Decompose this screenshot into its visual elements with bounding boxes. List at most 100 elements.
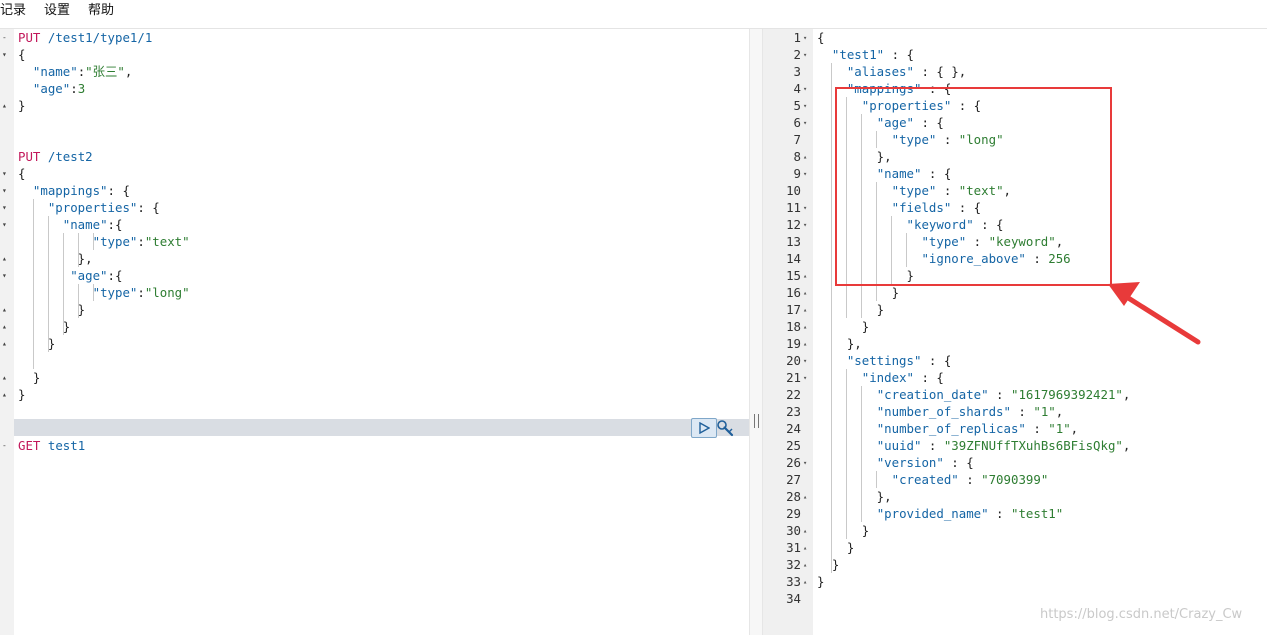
- code-line: "creation_date" : "1617969392421",: [817, 386, 1131, 403]
- line-number: 27: [786, 472, 801, 487]
- fold-toggle-icon[interactable]: ▴: [803, 153, 807, 161]
- code-token: :: [137, 234, 145, 249]
- line-number: 23: [786, 404, 801, 419]
- code-line: },: [18, 250, 93, 267]
- code-line: }: [18, 301, 85, 318]
- code-token: "1": [1033, 404, 1056, 419]
- code-token: :: [988, 506, 1011, 521]
- fold-toggle-icon[interactable]: ▴: [2, 254, 7, 263]
- fold-toggle-icon[interactable]: ▴: [2, 373, 7, 382]
- code-token: : {: [921, 353, 952, 368]
- fold-toggle-icon[interactable]: ▾: [2, 50, 7, 59]
- wrench-icon: [717, 420, 734, 437]
- fold-toggle-icon[interactable]: ▾: [2, 271, 7, 280]
- code-token: :{: [107, 217, 123, 232]
- run-request-button[interactable]: [691, 418, 717, 438]
- code-token: "type": [92, 285, 138, 300]
- splitter-handle[interactable]: [754, 414, 759, 428]
- menu-settings[interactable]: 设置: [44, 2, 70, 20]
- code-token: "type": [92, 234, 138, 249]
- fold-toggle-icon[interactable]: ▾: [2, 220, 7, 229]
- fold-toggle-icon[interactable]: ▴: [803, 527, 807, 535]
- code-line: }: [817, 301, 884, 318]
- request-editor-code[interactable]: PUT /test1/type1/1{ "name":"张三", "age":3…: [14, 29, 749, 635]
- code-token: PUT: [18, 149, 41, 164]
- line-number: 32: [786, 557, 801, 572]
- line-number: 18: [786, 319, 801, 334]
- code-token: }: [817, 523, 870, 538]
- fold-toggle-icon[interactable]: ▴: [803, 340, 807, 348]
- code-token: "name": [62, 217, 108, 232]
- fold-toggle-icon[interactable]: ▴: [803, 493, 807, 501]
- fold-toggle-icon[interactable]: ▴: [803, 306, 807, 314]
- fold-toggle-icon[interactable]: ▾: [803, 374, 807, 382]
- fold-toggle-icon[interactable]: ▾: [2, 169, 7, 178]
- code-token: "settings": [846, 353, 922, 368]
- fold-toggle-icon[interactable]: ▾: [803, 85, 807, 93]
- fold-toggle-icon[interactable]: ▾: [2, 203, 7, 212]
- fold-toggle-icon[interactable]: ▾: [803, 221, 807, 229]
- line-number: 19: [786, 336, 801, 351]
- code-token: : {: [913, 370, 944, 385]
- code-line: "created" : "7090399": [817, 471, 1049, 488]
- fold-toggle-icon[interactable]: ▾: [803, 204, 807, 212]
- menu-help[interactable]: 帮助: [88, 2, 114, 20]
- fold-toggle-icon[interactable]: ▴: [2, 305, 7, 314]
- line-number: 31: [786, 540, 801, 555]
- request-editor[interactable]: - ▾ ▴ ▾ ▾ ▾ ▾ ▴ ▾ ▴ ▴ ▴ ▴ ▴ - PUT /test1/type1/1{ "nam…: [0, 29, 749, 635]
- fold-toggle-icon[interactable]: ▴: [803, 272, 807, 280]
- menu-history[interactable]: 记录: [0, 2, 26, 20]
- code-line: "type":"text": [18, 233, 190, 250]
- fold-toggle-icon[interactable]: ▴: [2, 339, 7, 348]
- fold-toggle-icon[interactable]: ▴: [803, 578, 807, 586]
- line-number: 17: [786, 302, 801, 317]
- fold-toggle-icon[interactable]: ▴: [803, 323, 807, 331]
- fold-toggle-icon[interactable]: ▾: [803, 51, 807, 59]
- line-number: 8: [793, 149, 801, 164]
- code-token: : {: [137, 200, 160, 215]
- fold-toggle-icon[interactable]: ▾: [2, 186, 7, 195]
- request-settings-button[interactable]: [716, 419, 736, 437]
- code-token: }: [817, 574, 825, 589]
- fold-toggle-icon[interactable]: ▾: [803, 357, 807, 365]
- fold-toggle-icon[interactable]: -: [2, 33, 7, 42]
- code-token: }: [817, 319, 870, 334]
- code-line: }: [18, 369, 40, 386]
- fold-toggle-icon[interactable]: ▾: [803, 459, 807, 467]
- line-number: 1: [793, 30, 801, 45]
- fold-toggle-icon[interactable]: ▴: [2, 390, 7, 399]
- code-token: : {: [107, 183, 130, 198]
- fold-toggle-icon[interactable]: ▾: [803, 34, 807, 42]
- fold-toggle-icon[interactable]: ▴: [803, 544, 807, 552]
- fold-toggle-icon[interactable]: ▴: [803, 289, 807, 297]
- fold-toggle-icon[interactable]: ▾: [803, 170, 807, 178]
- fold-toggle-icon[interactable]: ▾: [803, 102, 807, 110]
- code-line: }: [817, 539, 854, 556]
- fold-toggle-icon[interactable]: ▴: [2, 322, 7, 331]
- line-number: 16: [786, 285, 801, 300]
- code-token: {: [18, 47, 26, 62]
- fold-toggle-icon[interactable]: ▴: [803, 561, 807, 569]
- code-line: "test1" : {: [817, 46, 914, 63]
- code-token: "1617969392421": [1010, 387, 1123, 402]
- code-token: "mappings": [32, 183, 108, 198]
- code-token: :: [988, 387, 1011, 402]
- pane-splitter[interactable]: [749, 29, 763, 635]
- line-number: 13: [786, 234, 801, 249]
- code-line: }: [18, 386, 25, 403]
- code-token: "aliases": [846, 64, 914, 79]
- code-line: "version" : {: [817, 454, 974, 471]
- fold-toggle-icon[interactable]: ▾: [803, 119, 807, 127]
- code-token: ,: [1122, 438, 1131, 453]
- fold-toggle-icon[interactable]: -: [2, 441, 7, 450]
- fold-toggle-icon[interactable]: ▴: [2, 101, 7, 110]
